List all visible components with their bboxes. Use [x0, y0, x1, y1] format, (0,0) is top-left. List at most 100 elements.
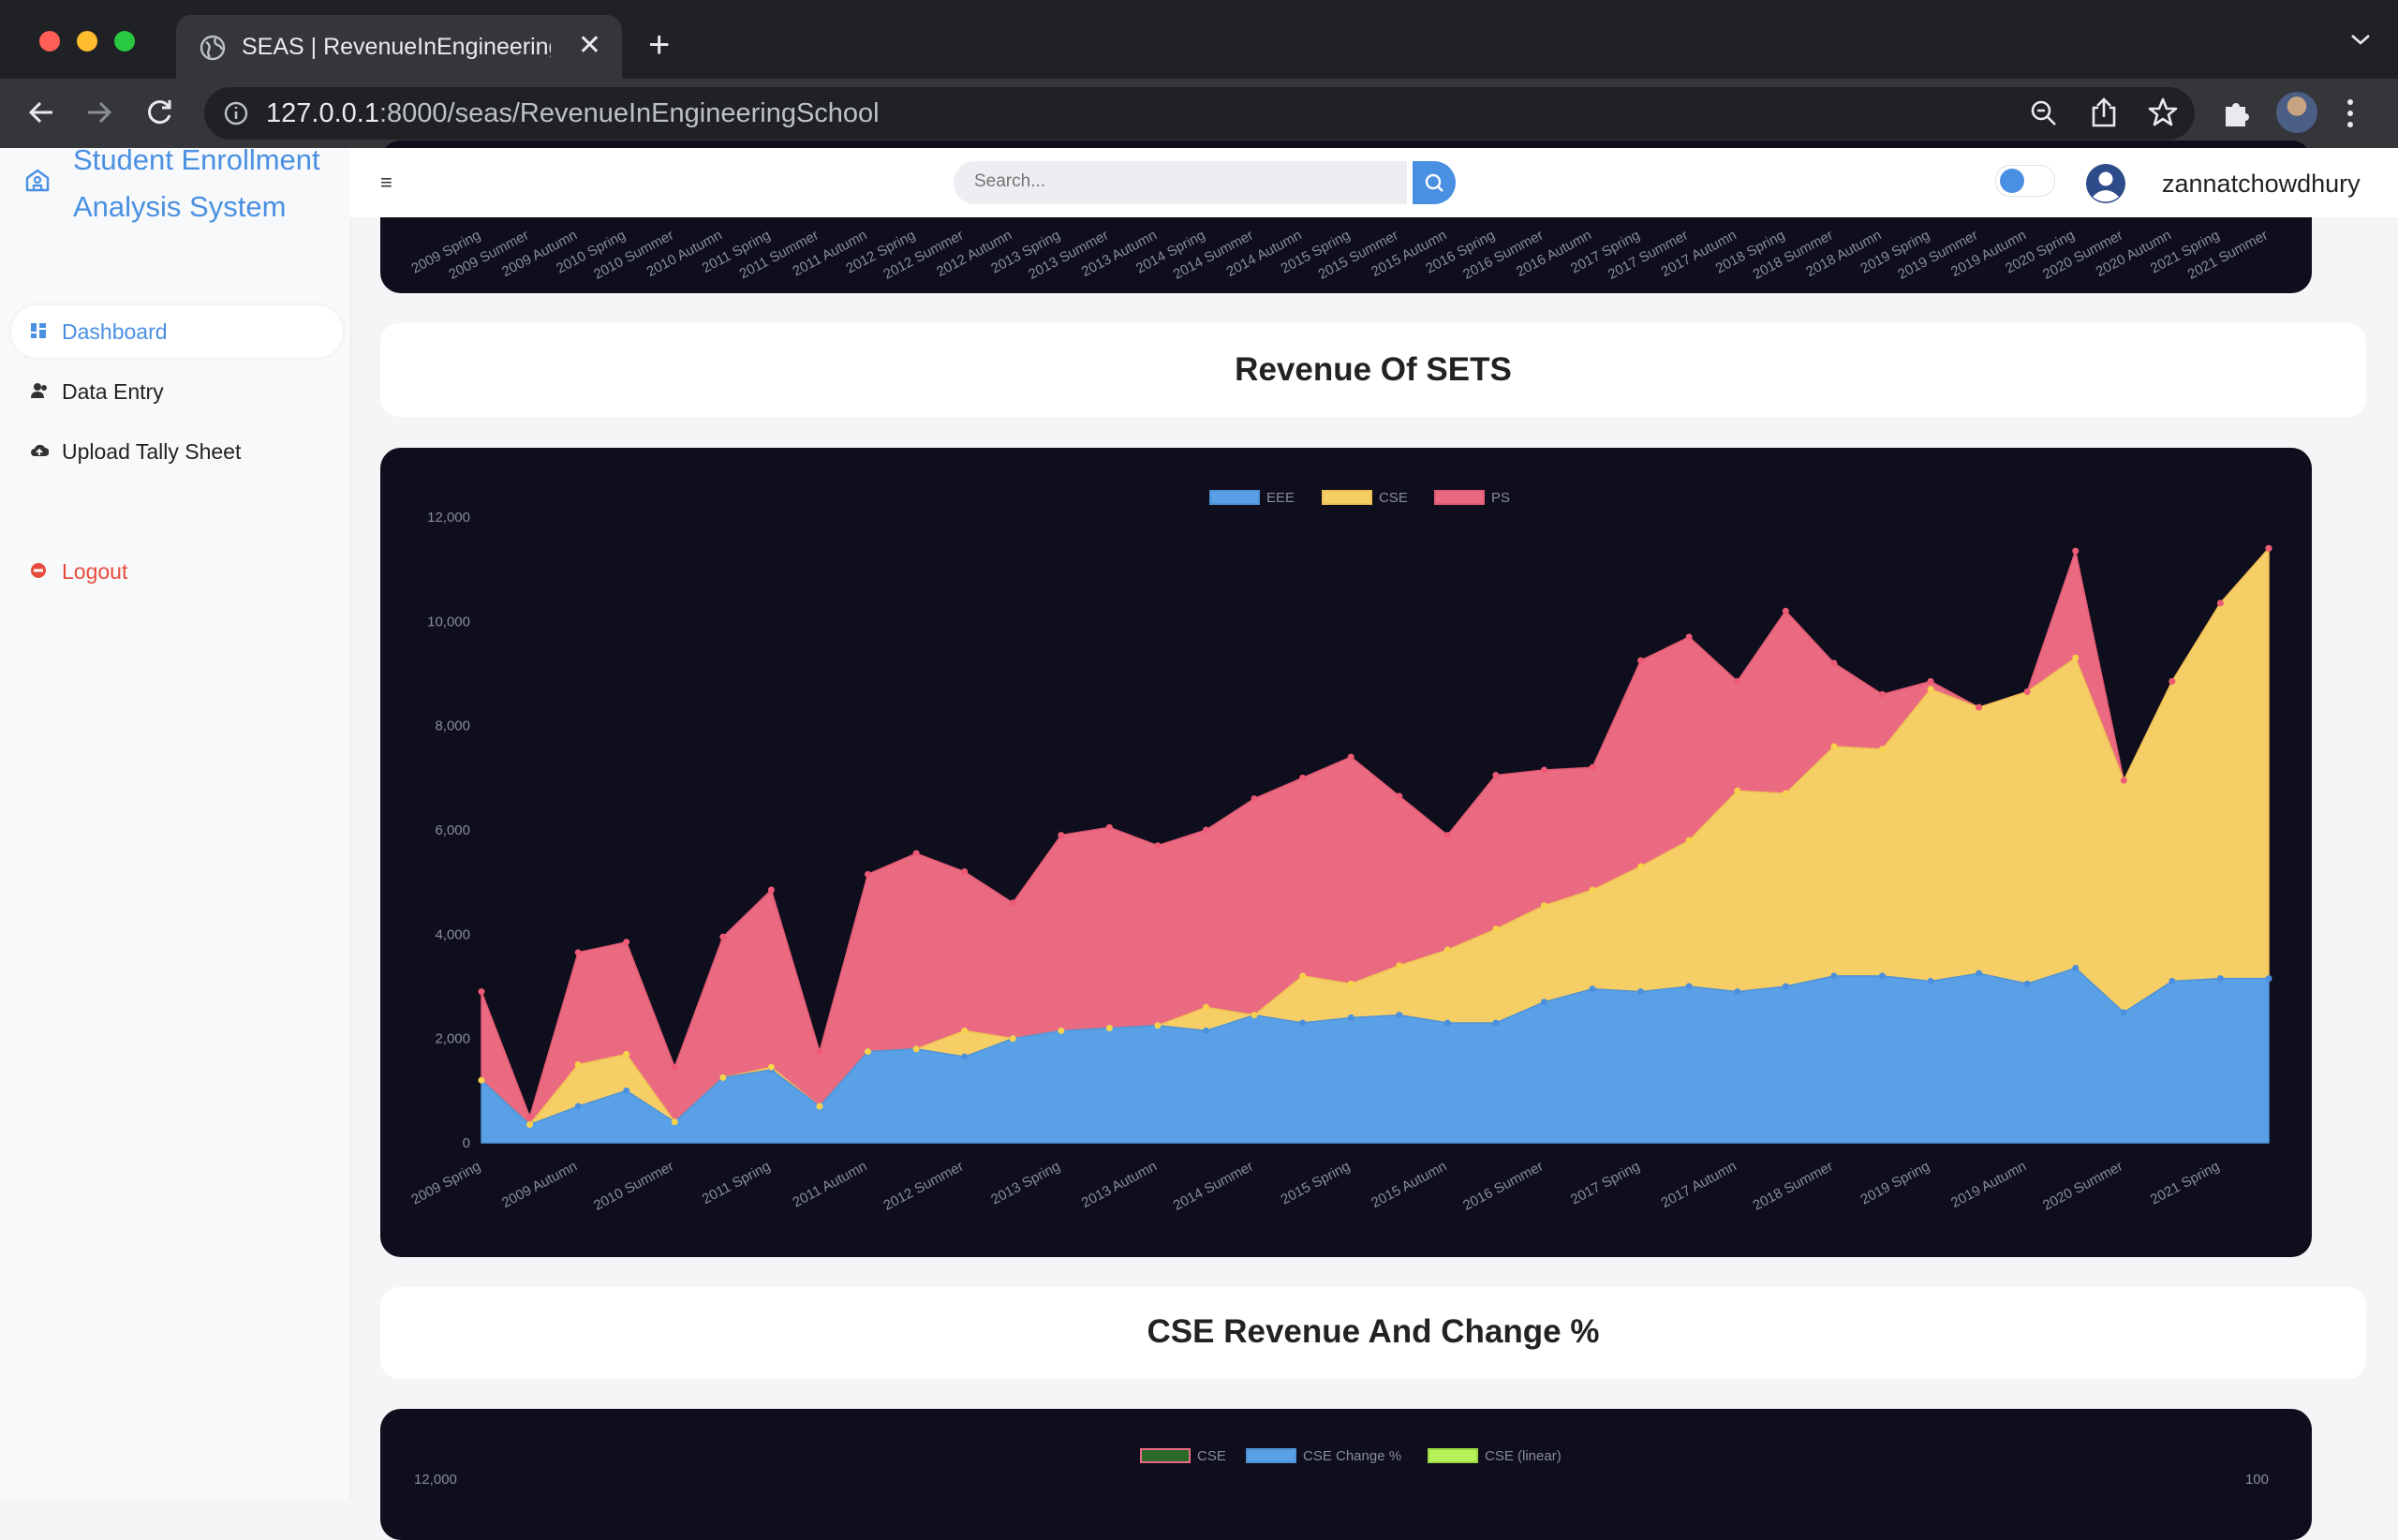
data-point-ps — [1396, 792, 1403, 800]
cse-revenue-change-chart: CSE CSE Change % CSE (linear) 12,000 100 — [414, 1448, 2269, 1488]
data-point-eee — [1734, 988, 1741, 996]
x-tick-label: 2013 Spring — [988, 1159, 1062, 1208]
sidebar: Student Enrollment Analysis System Dashb… — [0, 143, 351, 1499]
logout-icon — [31, 563, 46, 578]
more-vertical-icon[interactable] — [2344, 97, 2357, 129]
y-tick-label: 8,000 — [435, 718, 470, 734]
data-point-cse — [1203, 1003, 1210, 1011]
data-point-eee — [1299, 1019, 1307, 1027]
legend-swatch — [1428, 1448, 1478, 1463]
x-tick-label: 2018 Summer — [1751, 1159, 1836, 1214]
data-point-cse — [1589, 886, 1596, 894]
data-point-ps — [1154, 842, 1162, 850]
x-tick-label: 2009 Spring — [408, 1159, 482, 1208]
data-point-eee — [1878, 972, 1886, 980]
data-point-cse — [623, 1050, 630, 1058]
data-point-eee — [1589, 985, 1596, 993]
y-tick-label: 4,000 — [435, 926, 470, 942]
sidebar-item-dashboard[interactable]: Dashboard — [11, 305, 343, 358]
data-point-ps — [1009, 899, 1016, 907]
data-point-eee — [1685, 983, 1693, 990]
sidebar-item-upload-tally-sheet[interactable]: Upload Tally Sheet — [11, 425, 343, 478]
data-point-eee — [1927, 977, 1934, 985]
data-point-cse — [478, 1076, 485, 1084]
app-brand[interactable]: Student Enrollment Analysis System — [73, 137, 354, 230]
search-button[interactable] — [1413, 161, 1456, 204]
tab-close-icon[interactable]: ✕ — [578, 32, 601, 60]
data-point-cse — [1299, 972, 1307, 980]
zoom-icon[interactable] — [2029, 98, 2059, 128]
data-point-cse — [574, 1061, 582, 1068]
data-point-cse — [1105, 1025, 1113, 1032]
info-icon[interactable] — [223, 100, 249, 126]
data-point-ps — [767, 886, 775, 894]
data-point-eee — [2216, 975, 2224, 983]
reload-icon[interactable] — [142, 96, 176, 129]
hamburger-menu-icon[interactable]: ≡ — [380, 170, 392, 195]
x-tick-label: 2021 Spring — [2148, 1159, 2222, 1208]
profile-avatar[interactable] — [2276, 92, 2317, 133]
data-point-eee — [2169, 977, 2176, 985]
legend-swatch-eee — [1209, 490, 1260, 505]
data-point-cse — [912, 1045, 920, 1053]
data-point-cse — [1927, 686, 1934, 693]
data-point-cse — [526, 1121, 534, 1129]
data-point-cse — [2072, 654, 2080, 661]
legend-label: EEE — [1266, 490, 1295, 506]
back-arrow-icon[interactable] — [24, 96, 58, 129]
address-bar[interactable]: 127.0.0.1:8000/seas/RevenueInEngineering… — [204, 87, 2195, 140]
data-point-ps — [2216, 600, 2224, 607]
chevron-down-icon[interactable] — [2349, 30, 2372, 49]
maximize-window-button[interactable] — [114, 31, 135, 52]
data-point-eee — [1443, 1019, 1451, 1027]
data-point-eee — [2023, 980, 2031, 987]
browser-toolbar: 127.0.0.1:8000/seas/RevenueInEngineering… — [0, 79, 2398, 148]
minimize-window-button[interactable] — [77, 31, 97, 52]
share-icon[interactable] — [2089, 96, 2119, 128]
legend-label: CSE — [1379, 490, 1408, 506]
data-point-cse — [865, 1048, 872, 1056]
data-point-cse — [767, 1063, 775, 1071]
new-tab-icon[interactable]: + — [648, 26, 670, 64]
sidebar-item-logout[interactable]: Logout — [11, 545, 343, 598]
dashboard-grid-icon — [31, 323, 46, 338]
data-point-ps — [478, 988, 485, 996]
data-point-ps — [1299, 774, 1307, 781]
user-avatar-icon[interactable] — [2085, 163, 2126, 204]
data-point-eee — [623, 1087, 630, 1094]
data-point-eee — [1782, 983, 1789, 990]
y-tick-label: 2,000 — [435, 1031, 470, 1047]
data-point-cse — [1830, 743, 1838, 750]
x-tick-label: 2013 Autumn — [1079, 1159, 1160, 1212]
sidebar-item-label: Dashboard — [62, 319, 168, 344]
search-input[interactable] — [972, 170, 1388, 193]
browser-titlebar: SEAS | RevenueInEngineeringSchool ✕ + — [0, 0, 2398, 79]
data-point-ps — [1105, 823, 1113, 831]
sidebar-item-data-entry[interactable]: Data Entry — [11, 365, 343, 418]
extensions-icon[interactable] — [2220, 97, 2252, 129]
forward-arrow-icon[interactable] — [82, 96, 116, 129]
data-point-eee — [1540, 999, 1547, 1006]
bookmark-star-icon[interactable] — [2147, 96, 2179, 128]
data-point-ps — [2169, 677, 2176, 685]
y-tick-label: 0 — [463, 1135, 470, 1151]
data-point-ps — [2265, 544, 2272, 552]
revenue-chart-card: 0 2,000 4,000 6,000 8,000 10,000 12,000 2009 Sp… — [380, 448, 2312, 1257]
data-point-ps — [1878, 690, 1886, 698]
x-tick-label: 2015 Spring — [1279, 1159, 1353, 1208]
data-point-ps — [865, 870, 872, 878]
theme-toggle[interactable] — [1995, 165, 2055, 197]
browser-tab[interactable]: SEAS | RevenueInEngineeringSchool ✕ — [176, 15, 622, 79]
data-point-ps — [1443, 832, 1451, 839]
data-point-cse — [1637, 863, 1645, 870]
data-point-ps — [961, 868, 969, 876]
cse-section-header: CSE Revenue And Change % — [380, 1287, 2366, 1379]
data-point-ps — [1976, 703, 1983, 711]
section-title: Revenue Of SETS — [1235, 351, 1512, 388]
legend-swatch-ps — [1434, 490, 1485, 505]
y-tick-label: 6,000 — [435, 822, 470, 838]
username[interactable]: zannatchowdhury — [2162, 169, 2361, 199]
close-window-button[interactable] — [39, 31, 60, 52]
data-point-ps — [1637, 657, 1645, 664]
y-tick-label: 12,000 — [414, 1472, 457, 1488]
